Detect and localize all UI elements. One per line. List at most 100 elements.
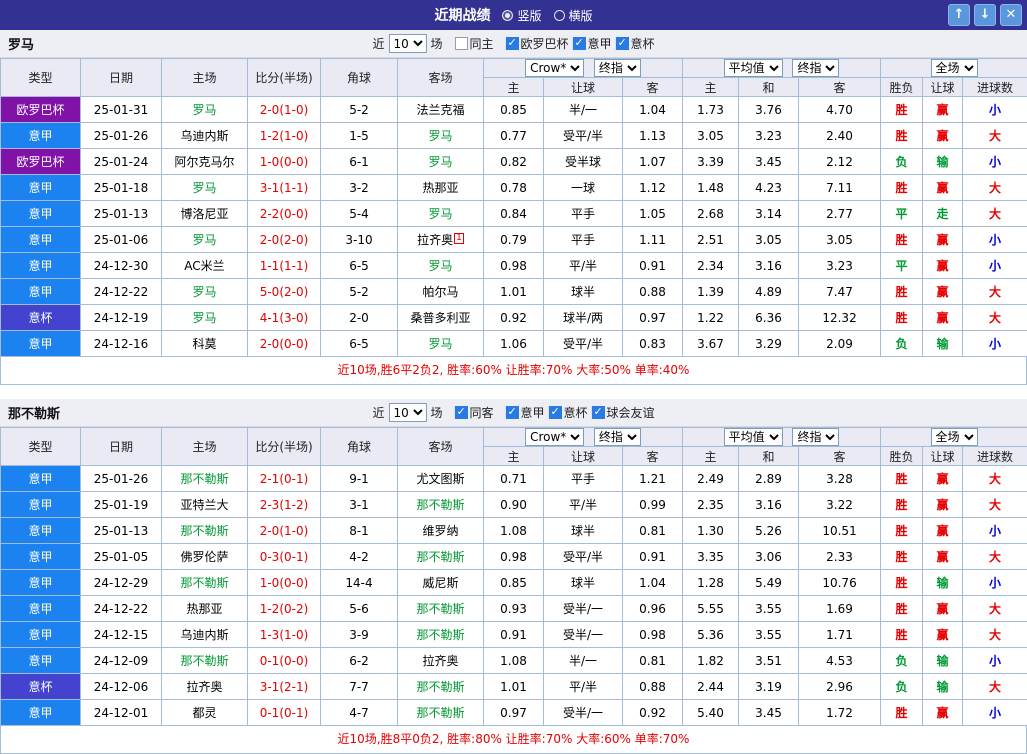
away-team: 法兰克福	[416, 103, 464, 117]
euro-draw-odds: 5.26	[739, 518, 799, 544]
result-handicap: 输	[923, 570, 963, 596]
radio-option-horizontal[interactable]: 横版	[554, 7, 593, 24]
away-team: 罗马	[428, 207, 452, 221]
asian-home-odds: 0.79	[484, 227, 544, 253]
result-goals: 大	[963, 123, 1027, 149]
euro-odds-time-select[interactable]: 终指	[792, 59, 839, 77]
col-home: 主场	[162, 428, 248, 466]
corner-count: 4-2	[321, 544, 398, 570]
match-row: 意甲 24-12-29 那不勒斯 1-0(0-0) 14-4 威尼斯 0.85 …	[1, 570, 1027, 596]
col-result-handicap: 让球	[923, 447, 963, 466]
euro-home-odds: 1.39	[683, 279, 739, 305]
result-win-draw-loss: 胜	[881, 622, 923, 648]
match-score: 2-0(1-0)	[248, 97, 321, 123]
match-date: 24-12-29	[81, 570, 162, 596]
full-scope-select[interactable]: 全场	[931, 428, 978, 446]
up-button[interactable]: ↑	[948, 4, 970, 26]
asian-away-odds: 0.88	[623, 674, 683, 700]
corner-count: 7-7	[321, 674, 398, 700]
col-euro-home: 主	[683, 78, 739, 97]
same-home-checkbox[interactable]	[454, 37, 467, 50]
euro-home-odds: 1.30	[683, 518, 739, 544]
result-win-draw-loss: 负	[881, 648, 923, 674]
record-summary: 近10场,胜6平2负2, 胜率:60% 让胜率:70% 大率:50% 单率:40…	[0, 357, 1027, 385]
home-team: 博洛尼亚	[162, 201, 248, 227]
home-team: 那不勒斯	[162, 570, 248, 596]
asian-away-odds: 0.81	[623, 648, 683, 674]
result-goals: 小	[963, 518, 1027, 544]
down-button[interactable]: ↓	[974, 4, 996, 26]
result-win-draw-loss: 胜	[881, 466, 923, 492]
asian-odds-source-select[interactable]: Crow*	[525, 428, 584, 446]
same-away-checkbox[interactable]	[454, 406, 467, 419]
radio-option-vertical[interactable]: 竖版	[502, 7, 541, 24]
match-type-badge: 意甲	[1, 492, 81, 518]
euro-draw-odds: 3.19	[739, 674, 799, 700]
league-checkbox[interactable]	[506, 406, 519, 419]
league-checkbox[interactable]	[549, 406, 562, 419]
asian-away-odds: 0.99	[623, 492, 683, 518]
league-checkbox[interactable]	[592, 406, 605, 419]
match-score: 3-1(2-1)	[248, 674, 321, 700]
away-team-cell: 拉齐奥	[398, 648, 484, 674]
match-score: 0-1(0-0)	[248, 648, 321, 674]
close-button[interactable]: ✕	[1000, 4, 1022, 26]
match-type-badge: 意甲	[1, 331, 81, 357]
away-team-cell: 那不勒斯	[398, 596, 484, 622]
home-team: 热那亚	[162, 596, 248, 622]
euro-odds-time-select[interactable]: 终指	[792, 428, 839, 446]
asian-away-odds: 0.92	[623, 700, 683, 726]
euro-home-odds: 3.39	[683, 149, 739, 175]
away-team-cell: 法兰克福	[398, 97, 484, 123]
match-row: 意杯 24-12-06 拉齐奥 3-1(2-1) 7-7 那不勒斯 1.01 平…	[1, 674, 1027, 700]
result-handicap: 赢	[923, 700, 963, 726]
team-section: 罗马 近 10 场 同主 欧罗巴杯 意甲 意杯	[0, 30, 1027, 385]
corner-count: 3-2	[321, 175, 398, 201]
euro-odds-group-header: 平均值 终指	[683, 428, 881, 447]
match-date: 25-01-19	[81, 492, 162, 518]
result-goals: 大	[963, 279, 1027, 305]
asian-odds-group-header: Crow* 终指	[484, 59, 683, 78]
asian-home-odds: 0.93	[484, 596, 544, 622]
corner-count: 5-2	[321, 279, 398, 305]
euro-away-odds: 4.53	[799, 648, 881, 674]
match-date: 25-01-18	[81, 175, 162, 201]
asian-odds-time-select[interactable]: 终指	[594, 59, 641, 77]
result-goals: 大	[963, 596, 1027, 622]
result-handicap: 赢	[923, 492, 963, 518]
result-handicap: 赢	[923, 123, 963, 149]
asian-handicap: 平手	[544, 201, 623, 227]
away-team-cell: 罗马	[398, 123, 484, 149]
matches-table-header: 类型 日期 主场 比分(半场) 角球 客场 Crow* 终指 平均值 终指 全场	[1, 428, 1027, 466]
match-row: 意甲 25-01-26 那不勒斯 2-1(0-1) 9-1 尤文图斯 0.71 …	[1, 466, 1027, 492]
euro-odds-source-select[interactable]: 平均值	[724, 59, 783, 77]
away-team: 热那亚	[422, 181, 458, 195]
match-row: 意甲 25-01-26 乌迪内斯 1-2(1-0) 1-5 罗马 0.77 受平…	[1, 123, 1027, 149]
league-checkbox[interactable]	[616, 37, 629, 50]
league-filter: 意甲	[573, 35, 612, 52]
away-team: 帕尔马	[422, 285, 458, 299]
league-filter: 欧罗巴杯	[506, 35, 569, 52]
away-team: 罗马	[428, 337, 452, 351]
euro-odds-source-select[interactable]: 平均值	[724, 428, 783, 446]
asian-odds-source-select[interactable]: Crow*	[525, 59, 584, 77]
match-count-select[interactable]: 10	[388, 34, 426, 53]
asian-handicap: 平手	[544, 466, 623, 492]
radio-icon-vertical[interactable]	[502, 10, 513, 21]
asian-odds-group-header: Crow* 终指	[484, 428, 683, 447]
radio-icon-horizontal[interactable]	[554, 10, 565, 21]
team-name: 那不勒斯	[8, 403, 60, 422]
page-title: 近期战绩	[434, 5, 490, 25]
asian-odds-time-select[interactable]: 终指	[594, 428, 641, 446]
radio-label-vertical: 竖版	[517, 7, 541, 24]
league-checkbox[interactable]	[506, 37, 519, 50]
match-count-select[interactable]: 10	[388, 403, 426, 422]
euro-away-odds: 3.05	[799, 227, 881, 253]
match-row: 意甲 25-01-05 佛罗伦萨 0-3(0-1) 4-2 那不勒斯 0.98 …	[1, 544, 1027, 570]
home-team: 科莫	[162, 331, 248, 357]
match-date: 25-01-13	[81, 518, 162, 544]
league-checkbox[interactable]	[573, 37, 586, 50]
full-scope-select[interactable]: 全场	[931, 59, 978, 77]
asian-handicap: 受半/一	[544, 596, 623, 622]
asian-home-odds: 0.71	[484, 466, 544, 492]
